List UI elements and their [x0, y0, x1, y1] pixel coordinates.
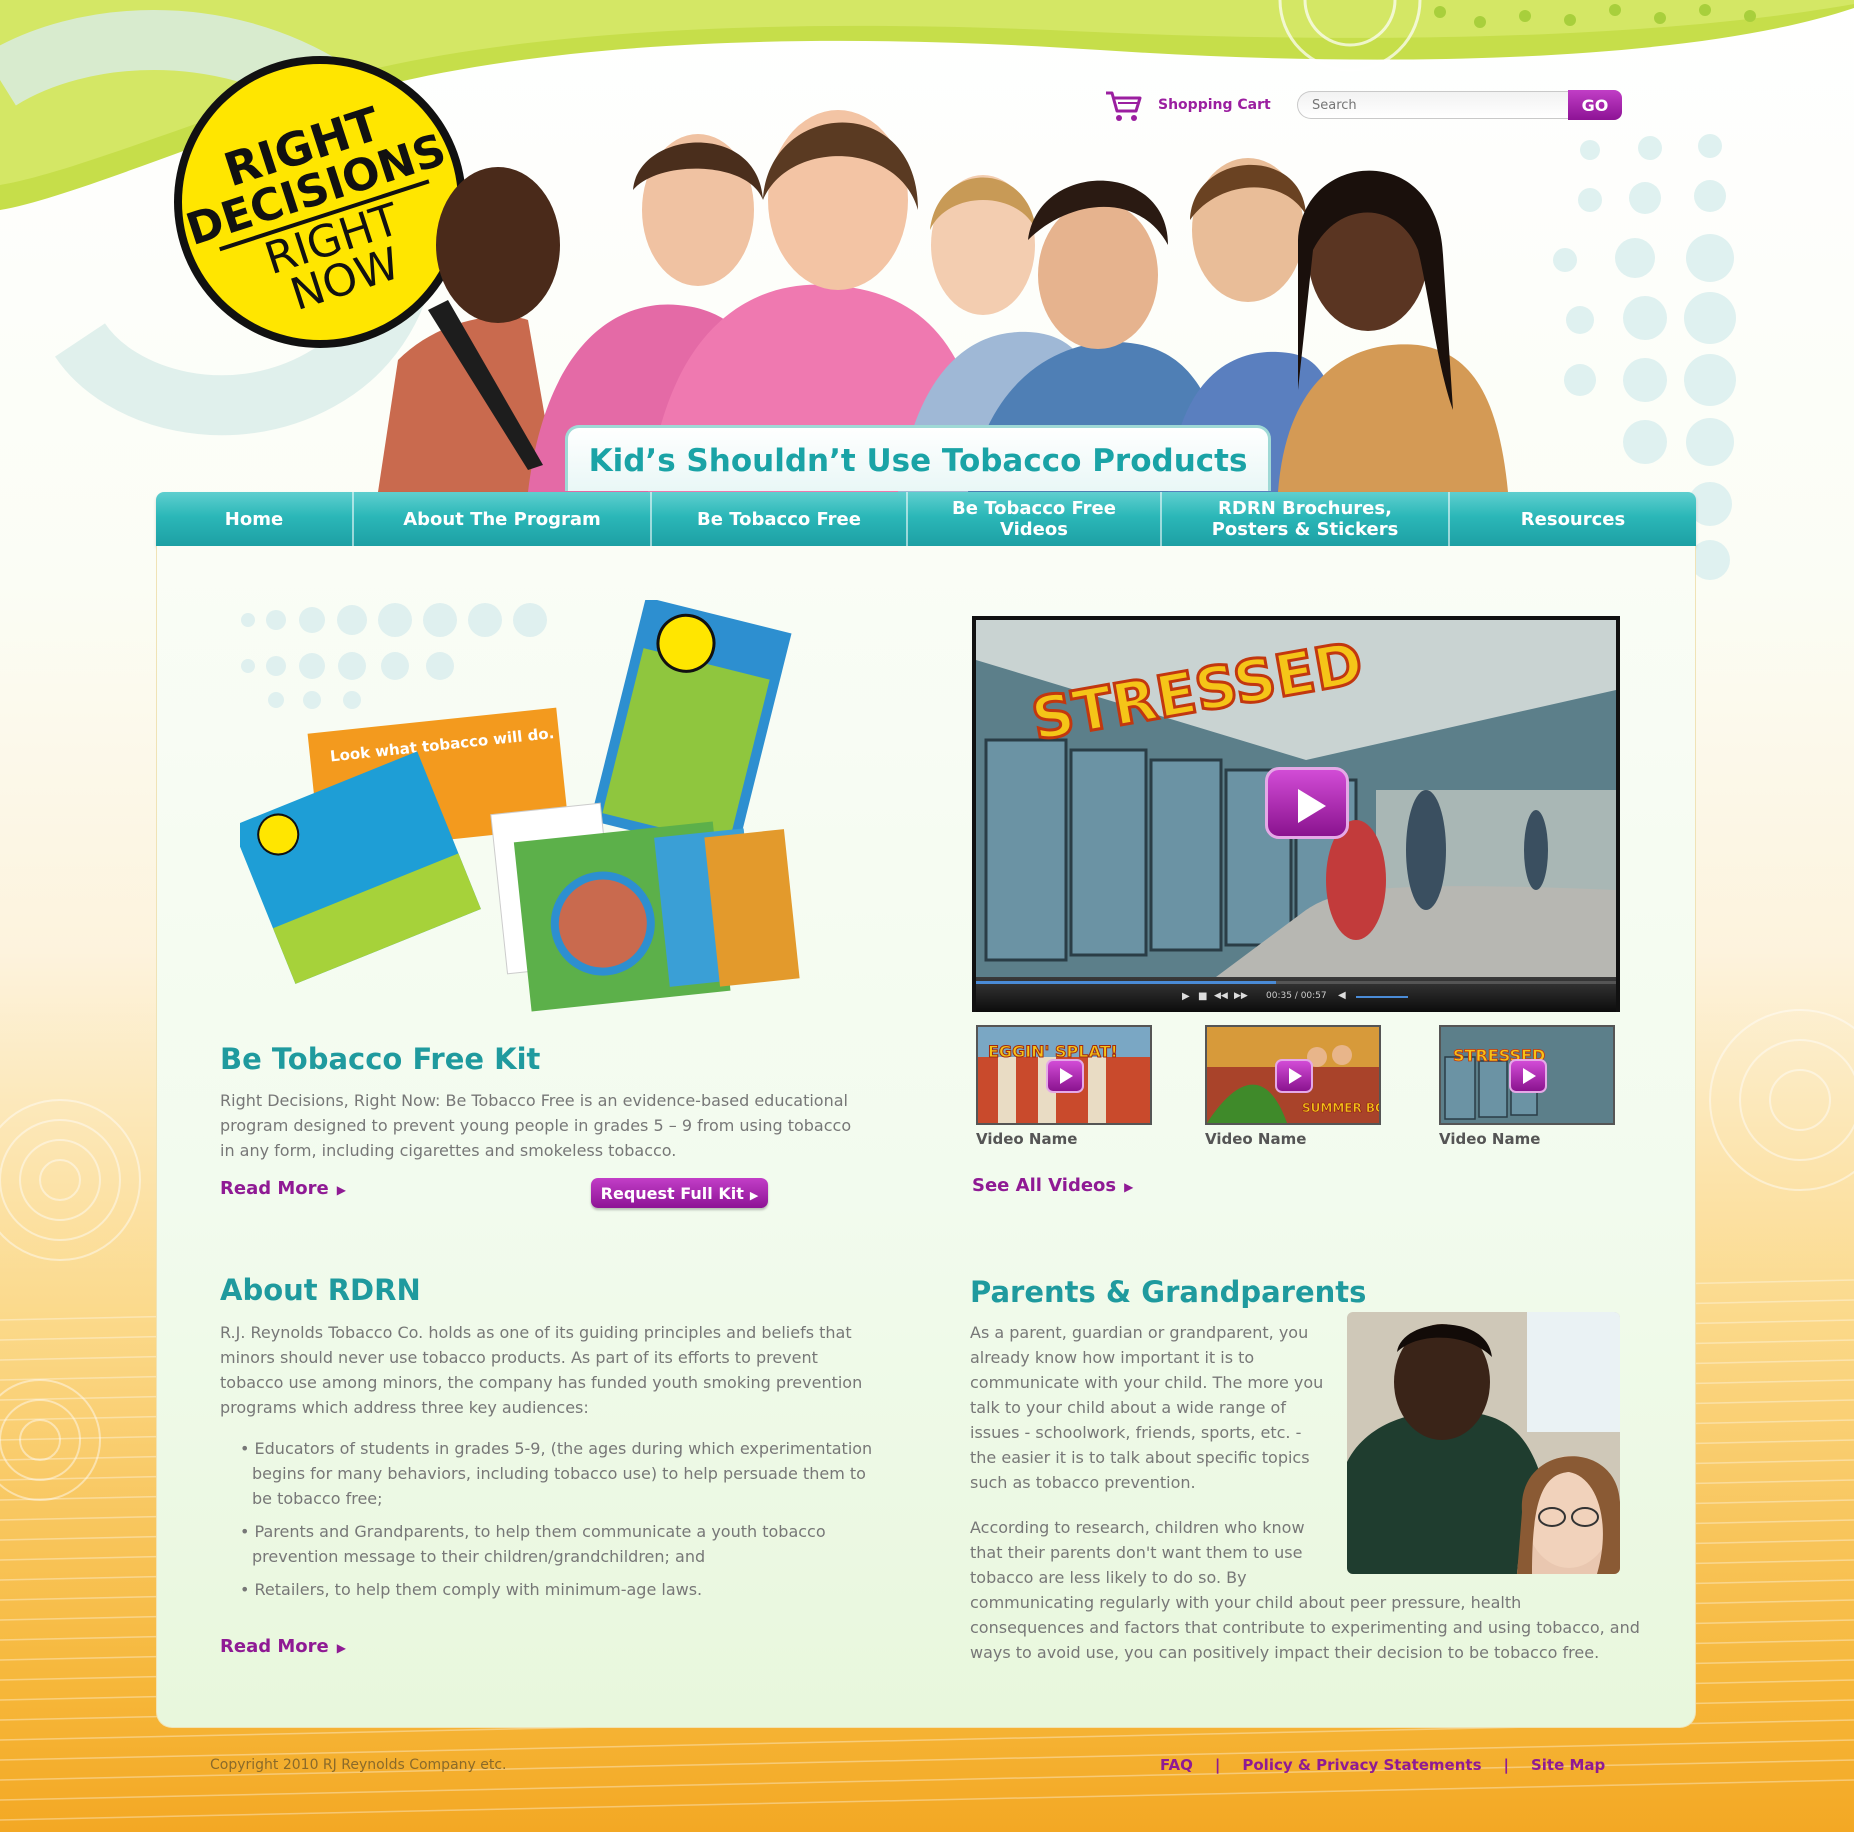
list-item: Retailers, to help them comply with mini…	[236, 1577, 876, 1602]
main-nav: Home About The Program Be Tobacco Free B…	[156, 492, 1696, 546]
footer-separator: |	[1503, 1756, 1509, 1774]
video-progress-fill	[976, 981, 1276, 984]
video-controls: ▶ ■ ◀◀ ▶▶ 00:35 / 00:57 ◀	[976, 977, 1616, 1012]
footer-link-policy-privacy[interactable]: Policy & Privacy Statements	[1242, 1756, 1481, 1774]
nav-item-be-tobacco-free[interactable]: Be Tobacco Free	[652, 492, 908, 546]
footer-link-site-map[interactable]: Site Map	[1531, 1756, 1605, 1774]
about-audience-list: Educators of students in grades 5-9, (th…	[236, 1436, 876, 1610]
about-read-more-link[interactable]: Read More ▶	[220, 1636, 346, 1657]
request-full-kit-button[interactable]: Request Full Kit ▶	[591, 1178, 768, 1208]
play-icon[interactable]: ▶	[1182, 991, 1190, 1002]
video-play-button[interactable]	[1265, 767, 1349, 839]
see-all-videos-label: See All Videos	[972, 1175, 1117, 1196]
hero-banner: Kid’s Shouldn’t Use Tobacco Products	[565, 425, 1271, 491]
chevron-right-icon: ▶	[749, 1188, 759, 1202]
nav-item-be-tobacco-free-videos[interactable]: Be Tobacco Free Videos	[908, 492, 1162, 546]
about-read-more-label: Read More	[220, 1636, 329, 1657]
nav-item-home[interactable]: Home	[156, 492, 354, 546]
play-icon	[1046, 1059, 1084, 1093]
search-input[interactable]	[1297, 91, 1572, 119]
search-go-button[interactable]: GO	[1568, 90, 1622, 120]
shopping-cart-icon[interactable]	[1104, 89, 1144, 123]
parents-paragraph-2-end: communicating regularly with your child …	[970, 1593, 1640, 1662]
video-thumbnail-2-title: SUMMER BOREDOM	[1302, 1101, 1379, 1115]
video-thumbnail-3-label[interactable]: Video Name	[1439, 1130, 1540, 1148]
about-intro: R.J. Reynolds Tobacco Co. holds as one o…	[220, 1323, 863, 1417]
shopping-cart-link[interactable]: Shopping Cart	[1158, 97, 1271, 113]
kit-description: Right Decisions, Right Now: Be Tobacco F…	[220, 1091, 852, 1160]
chevron-right-icon: ▶	[336, 1183, 346, 1197]
kit-read-more-link[interactable]: Read More ▶	[220, 1178, 346, 1199]
parents-paragraph-1: As a parent, guardian or grandparent, yo…	[970, 1323, 1324, 1492]
video-thumbnail-2-label[interactable]: Video Name	[1205, 1130, 1306, 1148]
copyright-text: Copyright 2010 RJ Reynolds Company etc.	[210, 1757, 507, 1773]
footer-separator: |	[1214, 1756, 1221, 1774]
nav-item-brochures-posters-stickers[interactable]: RDRN Brochures, Posters & Stickers	[1162, 492, 1450, 546]
play-icon	[1298, 789, 1326, 823]
parent-child-photo	[1347, 1312, 1620, 1574]
list-item: Educators of students in grades 5-9, (th…	[236, 1436, 876, 1511]
volume-icon[interactable]: ◀	[1338, 990, 1346, 1001]
chevron-right-icon: ▶	[336, 1641, 346, 1655]
request-full-kit-label: Request Full Kit	[600, 1183, 744, 1203]
nav-item-about-the-program[interactable]: About The Program	[354, 492, 652, 546]
video-thumbnail-2[interactable]: SUMMER BOREDOM	[1205, 1025, 1381, 1125]
chevron-right-icon: ▶	[1124, 1180, 1134, 1194]
about-title: About RDRN	[220, 1273, 421, 1307]
nav-item-resources[interactable]: Resources	[1450, 492, 1696, 546]
volume-slider[interactable]	[1356, 996, 1408, 998]
stop-icon[interactable]: ■	[1198, 991, 1207, 1002]
tobacco-free-kit-image[interactable]: Look what tobacco will do.	[240, 600, 810, 1030]
footer-link-faq[interactable]: FAQ	[1160, 1756, 1193, 1774]
video-thumbnail-1-label[interactable]: Video Name	[976, 1130, 1077, 1148]
parents-paragraph-2-start: According to research, children who know…	[970, 1518, 1305, 1587]
play-icon	[1275, 1059, 1313, 1093]
kit-title: Be Tobacco Free Kit	[220, 1042, 541, 1076]
video-thumbnail-3[interactable]: STRESSED	[1439, 1025, 1615, 1125]
kit-read-more-label: Read More	[220, 1178, 329, 1199]
footer-links: FAQ | Policy & Privacy Statements | Site…	[1160, 1756, 1605, 1774]
rewind-icon[interactable]: ◀◀	[1214, 991, 1228, 1001]
forward-icon[interactable]: ▶▶	[1234, 991, 1248, 1001]
parents-title: Parents & Grandparents	[970, 1275, 1367, 1309]
play-icon	[1509, 1059, 1547, 1093]
video-time: 00:35 / 00:57	[1266, 991, 1327, 1001]
see-all-videos-link[interactable]: See All Videos ▶	[972, 1175, 1133, 1196]
video-thumbnail-1[interactable]: EGGIN' SPLAT!	[976, 1025, 1152, 1125]
list-item: Parents and Grandparents, to help them c…	[236, 1519, 876, 1569]
